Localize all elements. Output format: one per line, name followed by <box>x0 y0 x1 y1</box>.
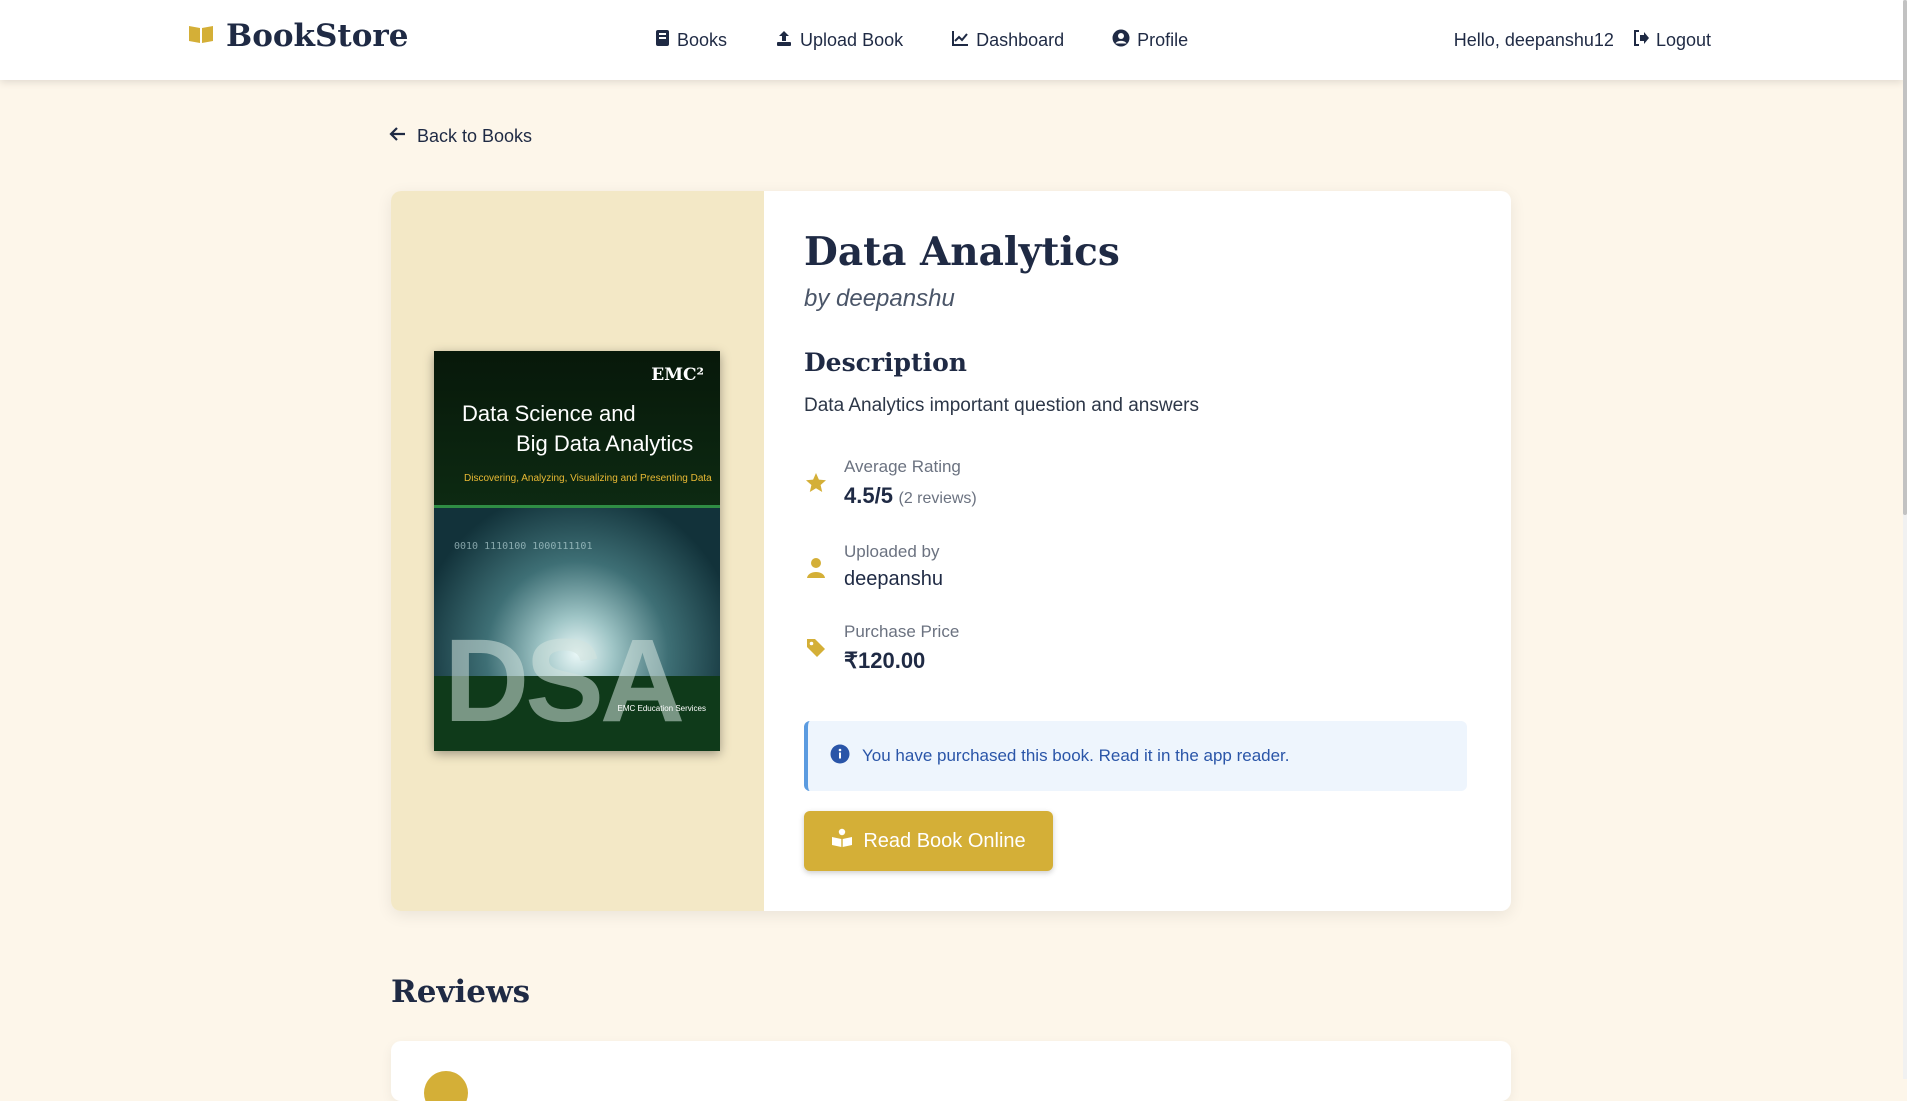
nav-dashboard-label: Dashboard <box>976 30 1065 50</box>
arrow-left-icon <box>389 126 407 147</box>
price-value: ₹120.00 <box>844 648 926 673</box>
logout-label: Logout <box>1655 30 1711 50</box>
user-icon <box>804 556 828 580</box>
book-description: Data Analytics important question and an… <box>804 395 1199 416</box>
nav-user-area: Hello, deepanshu12 Logout <box>1454 29 1711 52</box>
scrollbar-thumb[interactable] <box>1903 0 1907 515</box>
cover-big-letters: DSA <box>444 615 685 747</box>
info-icon <box>830 744 850 769</box>
back-label: Back to Books <box>417 126 533 146</box>
cover-publisher-mark: EMC² <box>651 365 704 385</box>
rating-label: Average Rating <box>844 457 961 476</box>
tag-icon <box>804 636 828 660</box>
nav-profile[interactable]: Profile <box>1112 29 1188 52</box>
uploader-name: deepanshu <box>844 568 943 590</box>
user-circle-icon <box>1112 29 1130 52</box>
cover-pane: EMC² Data Science and Big Data Analytics… <box>391 191 764 911</box>
logout-button[interactable]: Logout <box>1632 29 1711 52</box>
cover-subtitle: Discovering, Analyzing, Visualizing and … <box>464 473 712 484</box>
rating-count: (2 reviews) <box>898 490 977 507</box>
open-book-icon <box>188 24 214 49</box>
price-label: Purchase Price <box>844 622 960 641</box>
nav-dashboard[interactable]: Dashboard <box>951 29 1064 52</box>
nav-books[interactable]: Books <box>655 29 727 52</box>
book-author: by deepanshu <box>804 285 955 312</box>
nav-books-label: Books <box>677 30 728 50</box>
uploader-label: Uploaded by <box>844 542 940 561</box>
nav-upload-label: Upload Book <box>800 30 904 50</box>
navbar: BookStore Books Upload Book Dashboard Pr… <box>0 0 1903 80</box>
cover-title-line1: Data Science and <box>462 401 636 426</box>
read-button-label: Read Book Online <box>863 829 1026 852</box>
alert-text: You have purchased this book. Read it in… <box>862 746 1290 765</box>
reviewer-avatar <box>424 1071 468 1101</box>
book-cover-image: EMC² Data Science and Big Data Analytics… <box>434 351 720 751</box>
reviews-heading: Reviews <box>391 974 531 1010</box>
upload-icon <box>775 29 793 52</box>
purchased-alert: You have purchased this book. Read it in… <box>804 721 1467 791</box>
book-title: Data Analytics <box>804 229 1120 275</box>
description-heading: Description <box>804 348 967 377</box>
review-card <box>391 1041 1511 1101</box>
cover-binary-text: 0010 1110100 1000111101 <box>454 541 593 552</box>
back-to-books-link[interactable]: Back to Books <box>389 126 532 147</box>
book-detail-card: EMC² Data Science and Big Data Analytics… <box>391 191 1511 911</box>
read-book-online-button[interactable]: Read Book Online <box>804 811 1053 871</box>
logout-icon <box>1632 29 1650 52</box>
nav-links: Books Upload Book Dashboard Profile <box>655 29 1188 52</box>
cover-title-line2: Big Data Analytics <box>516 431 694 456</box>
star-icon <box>804 471 828 495</box>
user-greeting: Hello, deepanshu12 <box>1453 30 1614 50</box>
book-icon <box>655 29 670 52</box>
book-reader-icon <box>831 828 853 854</box>
cover-publisher: EMC Education Services <box>617 704 706 713</box>
chart-line-icon <box>951 29 969 52</box>
nav-profile-label: Profile <box>1137 30 1189 50</box>
brand-name: BookStore <box>226 18 409 54</box>
nav-upload[interactable]: Upload Book <box>775 29 903 52</box>
rating-value: 4.5/5 <box>844 483 893 508</box>
page-scrollbar[interactable] <box>1903 0 1907 1079</box>
brand-logo[interactable]: BookStore <box>188 18 408 54</box>
rating-value-wrap: 4.5/5 (2 reviews) <box>844 483 977 509</box>
